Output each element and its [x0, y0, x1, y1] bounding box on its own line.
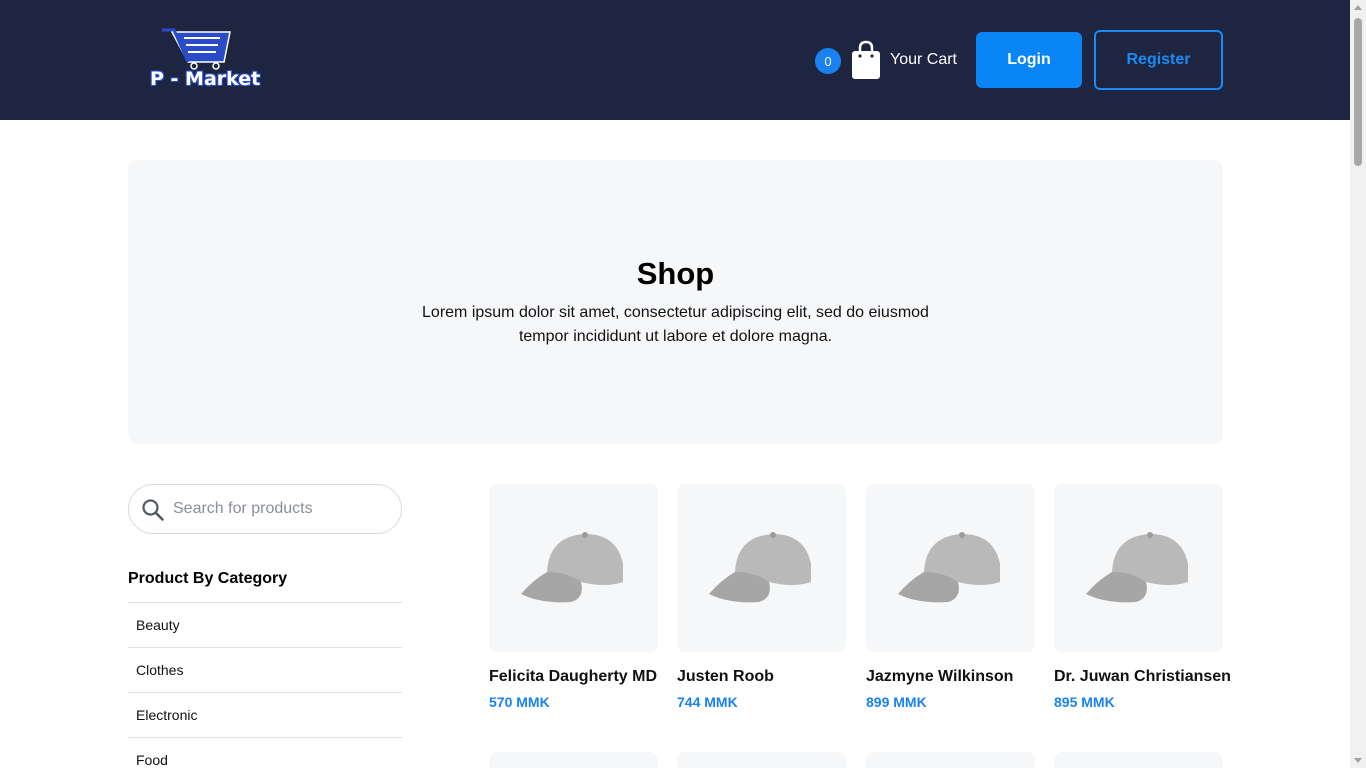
- cap-icon: [521, 532, 623, 603]
- product-price: 744 MMK: [677, 694, 738, 710]
- category-item-clothes[interactable]: Clothes: [128, 647, 402, 692]
- cap-icon: [1086, 532, 1188, 603]
- product-image[interactable]: [1054, 484, 1223, 652]
- search-icon[interactable]: [141, 498, 165, 522]
- cart-link[interactable]: Your Cart: [890, 51, 957, 69]
- product-image[interactable]: [866, 484, 1035, 652]
- product-name[interactable]: Jazmyne Wilkinson: [866, 668, 1035, 686]
- scroll-down-arrow-icon[interactable]: [1354, 758, 1362, 763]
- page-title: Shop: [636, 256, 715, 291]
- logo-text: P - Market: [150, 68, 261, 90]
- product-name[interactable]: Justen Roob: [677, 668, 846, 686]
- product-price: 895 MMK: [1054, 694, 1115, 710]
- product-search-box[interactable]: [128, 484, 402, 534]
- scroll-up-arrow-icon[interactable]: [1354, 5, 1362, 10]
- hero-description: Lorem ipsum dolor sit amet, consectetur …: [422, 304, 929, 345]
- product-name[interactable]: Felicita Daugherty MD: [489, 668, 658, 686]
- product-card[interactable]: Felicita Daugherty MD 570 MMK: [489, 484, 658, 710]
- product-card-next-row[interactable]: [1054, 752, 1223, 768]
- product-grid: Felicita Daugherty MD 570 MMK Justen Roo…: [489, 484, 1231, 768]
- category-item-electronic[interactable]: Electronic: [128, 692, 402, 737]
- search-input[interactable]: [173, 494, 383, 524]
- product-card[interactable]: Dr. Juwan Christiansen 895 MMK: [1054, 484, 1231, 710]
- product-card[interactable]: Jazmyne Wilkinson 899 MMK: [866, 484, 1035, 710]
- category-item-food[interactable]: Food: [128, 737, 402, 768]
- product-price: 570 MMK: [489, 694, 550, 710]
- product-image[interactable]: [489, 484, 658, 652]
- cap-icon: [709, 532, 811, 603]
- product-card-next-row[interactable]: [677, 752, 846, 768]
- product-image[interactable]: [677, 484, 846, 652]
- login-button[interactable]: Login: [976, 32, 1082, 88]
- site-header: P - Market 0 Your Cart Login Register: [0, 0, 1350, 120]
- category-heading: Product By Category: [128, 570, 288, 587]
- product-price: 899 MMK: [866, 694, 927, 710]
- page-scrollbar[interactable]: [1350, 0, 1366, 768]
- scrollbar-thumb[interactable]: [1354, 18, 1362, 166]
- shop-hero-banner: Shop Lorem ipsum dolor sit amet, consect…: [128, 160, 1223, 444]
- register-button[interactable]: Register: [1094, 30, 1223, 90]
- cart-count-badge: 0: [815, 48, 841, 74]
- product-card-next-row[interactable]: [866, 752, 1035, 768]
- product-card-next-row[interactable]: [489, 752, 658, 768]
- shopping-bag-icon[interactable]: [849, 40, 883, 80]
- cap-icon: [898, 532, 1000, 603]
- site-logo[interactable]: P - Market: [150, 28, 261, 94]
- category-item-beauty[interactable]: Beauty: [128, 602, 402, 647]
- category-list: Beauty Clothes Electronic Food: [128, 602, 402, 768]
- product-card[interactable]: Justen Roob 744 MMK: [677, 484, 846, 710]
- product-name[interactable]: Dr. Juwan Christiansen: [1054, 668, 1231, 686]
